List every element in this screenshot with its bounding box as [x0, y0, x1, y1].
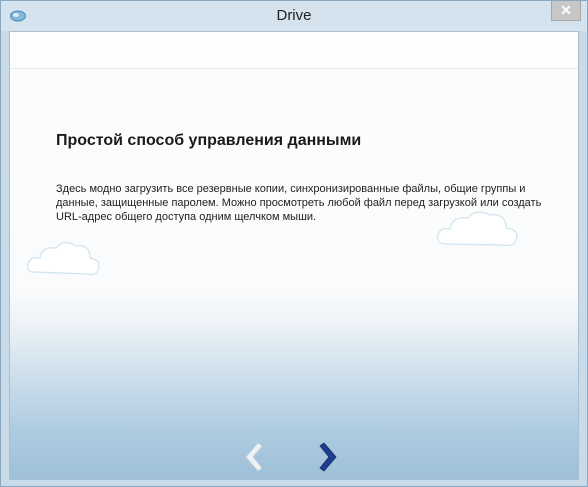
- back-button[interactable]: [240, 440, 264, 474]
- app-window: Drive ✕ Простой способ управления данным…: [0, 0, 588, 487]
- cloud-decoration-left: [27, 241, 100, 276]
- divider: [10, 68, 578, 69]
- title-bar[interactable]: Drive ✕: [1, 1, 587, 31]
- next-button[interactable]: [318, 440, 342, 474]
- chevron-left-icon: [245, 442, 263, 472]
- close-button[interactable]: ✕: [551, 1, 581, 21]
- page-description: Здесь модно загрузить все резервные копи…: [56, 183, 542, 223]
- chevron-right-icon: [319, 442, 337, 472]
- page-heading: Простой способ управления данными: [56, 132, 362, 149]
- window-title: Drive: [276, 7, 312, 24]
- wizard-panel: Простой способ управления данными Здесь …: [9, 31, 579, 480]
